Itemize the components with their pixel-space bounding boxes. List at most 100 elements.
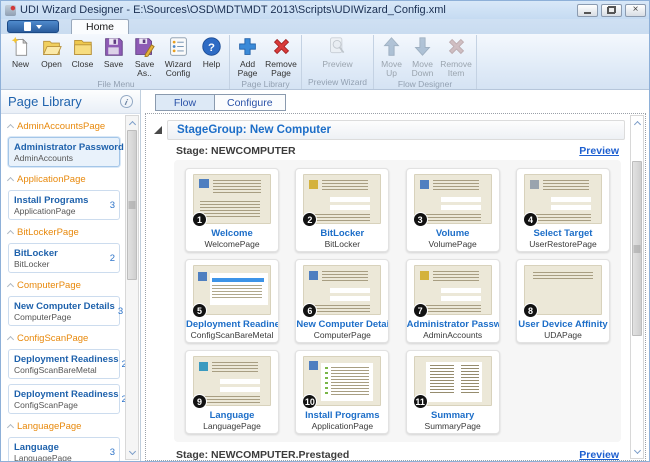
close-button[interactable]: × <box>625 4 646 17</box>
library-group-languagepage[interactable]: LanguagePage <box>8 419 120 434</box>
library-item-title: Administrator Password <box>14 142 124 153</box>
stage-header: Stage: NEWCOMPUTER Preview <box>176 145 619 157</box>
stage-title: Stage: NEWCOMPUTER.Prestaged <box>176 449 349 461</box>
minimize-button[interactable] <box>577 4 598 17</box>
save-as-button[interactable]: Save As.. <box>129 35 160 79</box>
library-group-adminaccountspage[interactable]: AdminAccountsPage <box>8 119 120 134</box>
page-card-subtitle: LanguagePage <box>186 421 278 431</box>
library-item[interactable]: Install ProgramsApplicationPage 3 <box>8 190 120 220</box>
library-group-applicationpage[interactable]: ApplicationPage <box>8 172 120 187</box>
page-library-title: Page Library <box>8 94 82 109</box>
help-button[interactable]: ? Help <box>196 35 227 69</box>
preview-link[interactable]: Preview <box>579 145 619 157</box>
library-group-configscanpage[interactable]: ConfigScanPage <box>8 331 120 346</box>
page-card-title: Administrator Passw... <box>407 319 499 330</box>
flow-scrollbar[interactable] <box>630 115 644 459</box>
app-menu-button[interactable] <box>7 20 59 33</box>
page-card-select-target[interactable]: 4 Select Target UserRestorePage <box>516 168 610 252</box>
library-group-bitlockerpage[interactable]: BitLockerPage <box>8 225 120 240</box>
tab-configure[interactable]: Configure <box>214 94 286 111</box>
page-card-subtitle: AdminAccounts <box>407 330 499 340</box>
page-card-deployment-readiness[interactable]: 5 Deployment Readiness ConfigScanBareMet… <box>185 259 279 343</box>
page-card-volume[interactable]: 3 Volume VolumePage <box>406 168 500 252</box>
chevron-down-icon <box>36 25 42 29</box>
save-icon <box>103 36 124 60</box>
scrollbar-thumb[interactable] <box>632 161 642 336</box>
library-item[interactable]: Deployment ReadinessConfigScanPage 2 <box>8 384 120 414</box>
plus-icon <box>237 36 258 60</box>
scroll-down-icon[interactable] <box>126 446 138 459</box>
save-as-icon <box>134 36 155 60</box>
page-card-title: New Computer Details <box>296 319 388 330</box>
move-up-button[interactable]: Move Up <box>376 35 407 79</box>
library-item-subtitle: ComputerPage <box>14 312 115 322</box>
library-group-label: BitLockerPage <box>17 227 79 238</box>
page-card-summary[interactable]: 11 Summary SummaryPage <box>406 350 500 434</box>
add-page-button[interactable]: Add Page <box>232 35 263 79</box>
stage-group-header[interactable]: StageGroup: New Computer <box>167 120 625 140</box>
ribbon-group-page-library: Add Page Remove Page Page Library <box>230 35 302 89</box>
preview-link[interactable]: Preview <box>579 449 619 461</box>
page-card-subtitle: ApplicationPage <box>296 421 388 431</box>
page-card-title: Welcome <box>186 228 278 239</box>
scroll-up-icon[interactable] <box>631 116 643 129</box>
remove-page-button[interactable]: Remove Page <box>263 35 299 79</box>
tab-home[interactable]: Home <box>71 19 129 34</box>
open-button[interactable]: Open <box>36 35 67 69</box>
page-number-badge: 10 <box>302 394 317 409</box>
preview-button[interactable]: Preview <box>320 35 356 69</box>
view-tabs: Flow Configure <box>155 94 646 111</box>
scroll-down-icon[interactable] <box>631 445 643 458</box>
x-icon <box>271 36 292 60</box>
page-card-administrator-password[interactable]: 7 Administrator Passw... AdminAccounts <box>406 259 500 343</box>
page-card-welcome[interactable]: 1 Welcome WelcomePage <box>185 168 279 252</box>
library-item-title: Deployment Readiness <box>14 354 119 365</box>
library-group-computerpage[interactable]: ComputerPage <box>8 278 120 293</box>
collapse-icon <box>7 336 14 343</box>
tab-flow[interactable]: Flow <box>155 94 215 111</box>
page-number-badge: 4 <box>523 212 538 227</box>
library-item[interactable]: Administrator PasswordAdminAccounts 3 <box>8 137 120 167</box>
page-card-new-computer-details[interactable]: 6 New Computer Details ComputerPage <box>295 259 389 343</box>
help-icon: ? <box>201 36 222 60</box>
restore-button[interactable] <box>601 4 622 17</box>
new-document-icon <box>10 36 31 60</box>
wizard-config-button[interactable]: Wizard Config <box>160 35 196 79</box>
page-library-panel: Page Library i AdminAccountsPage Adminis… <box>1 90 141 461</box>
page-card-bitlocker[interactable]: 2 BitLocker BitLocker <box>295 168 389 252</box>
library-scrollbar[interactable] <box>125 115 139 460</box>
arrow-up-icon <box>381 36 402 60</box>
button-label: Preview <box>322 60 352 70</box>
library-item[interactable]: Deployment ReadinessConfigScanBareMetal … <box>8 349 120 379</box>
page-card-subtitle: BitLocker <box>296 239 388 249</box>
library-item-title: New Computer Details <box>14 301 115 312</box>
flow-designer-area: Flow Configure StageGroup: New Computer … <box>141 90 649 461</box>
library-item[interactable]: LanguageLanguagePage 3 <box>8 437 120 461</box>
page-card-subtitle: SummaryPage <box>407 421 499 431</box>
page-number-badge: 6 <box>302 303 317 318</box>
library-item-subtitle: ConfigScanBareMetal <box>14 365 119 375</box>
page-card-user-device-affinity[interactable]: 8 User Device Affinity UDAPage <box>516 259 610 343</box>
app-icon <box>5 5 16 16</box>
new-button[interactable]: New <box>5 35 36 69</box>
collapse-icon <box>7 424 14 431</box>
library-item[interactable]: New Computer DetailsComputerPage 3 <box>8 296 120 326</box>
remove-item-button[interactable]: Remove Item <box>438 35 474 79</box>
scroll-up-icon[interactable] <box>126 116 138 129</box>
library-item[interactable]: BitLockerBitLocker 2 <box>8 243 120 273</box>
ribbon: New Open Close Save Save As.. <box>1 34 649 90</box>
scrollbar-thumb[interactable] <box>127 130 137 280</box>
move-down-button[interactable]: Move Down <box>407 35 438 79</box>
info-icon[interactable]: i <box>119 94 135 110</box>
button-label: New <box>12 60 29 70</box>
button-label: Help <box>203 60 220 70</box>
library-item-title: Install Programs <box>14 195 88 206</box>
ribbon-group-flow-designer: Move Up Move Down Remove Item Flow Desig… <box>374 35 477 89</box>
collapse-icon <box>7 283 14 290</box>
close-file-button[interactable]: Close <box>67 35 98 69</box>
save-button[interactable]: Save <box>98 35 129 69</box>
expander-icon[interactable] <box>154 126 162 134</box>
page-card-language[interactable]: 9 Language LanguagePage <box>185 350 279 434</box>
app-window: UDI Wizard Designer - E:\Sources\OSD\MDT… <box>0 0 650 462</box>
page-card-install-programs[interactable]: 10 Install Programs ApplicationPage <box>295 350 389 434</box>
